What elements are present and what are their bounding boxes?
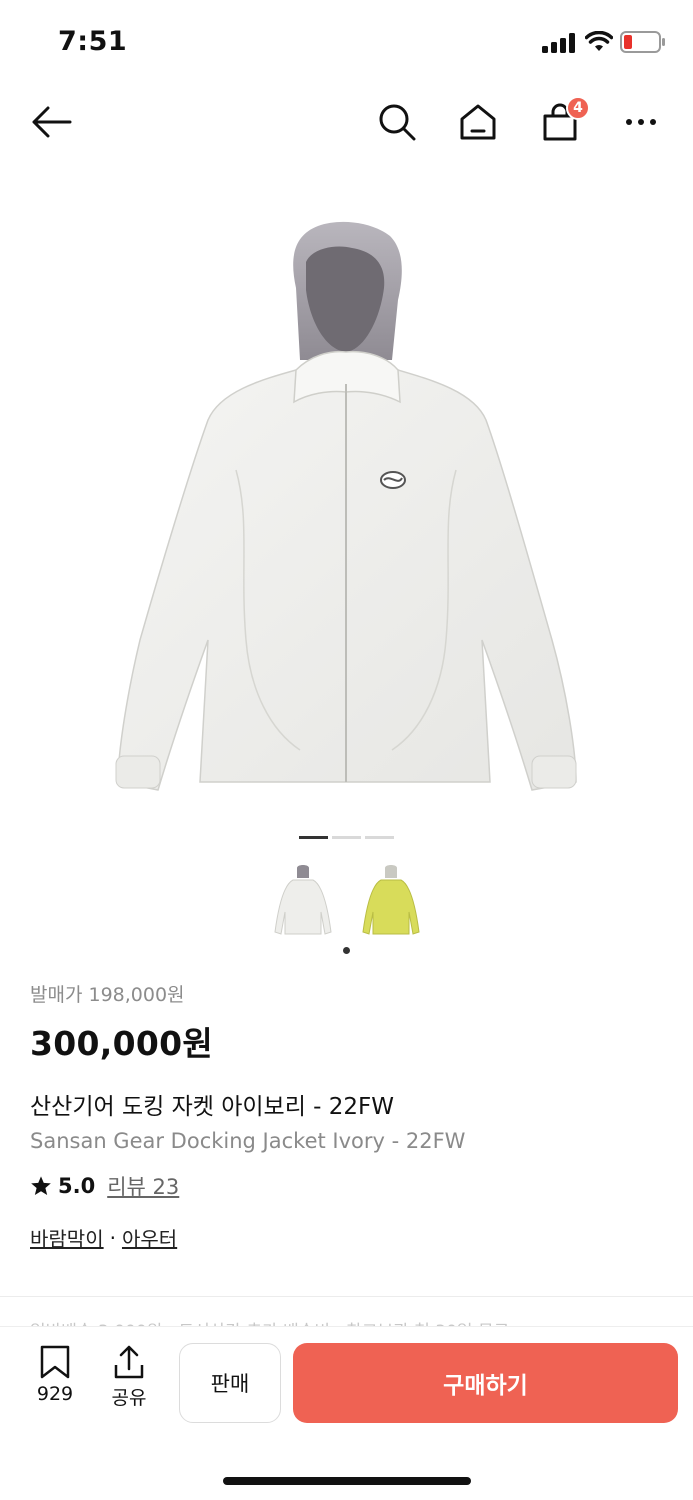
bottom-action-bar: 929 공유 판매 구매하기 bbox=[0, 1326, 693, 1500]
rating-score: 5.0 bbox=[58, 1174, 96, 1198]
current-price: 300,000원 bbox=[30, 1024, 214, 1063]
cart-button[interactable]: 4 bbox=[536, 96, 590, 146]
home-icon bbox=[460, 104, 496, 140]
category-link-outer[interactable]: 아우터 bbox=[122, 1223, 177, 1252]
color-thumbnails bbox=[0, 862, 693, 942]
bookmark-icon bbox=[40, 1345, 70, 1379]
rating-row: 5.0 리뷰 23 bbox=[30, 1171, 670, 1201]
pager-dot-3 bbox=[365, 836, 394, 839]
jacket-image bbox=[115, 221, 577, 791]
share-label: 공유 bbox=[111, 1387, 147, 1409]
section-divider bbox=[0, 1296, 693, 1297]
star-icon bbox=[31, 1176, 51, 1195]
selected-thumbnail-indicator bbox=[343, 947, 350, 954]
share-icon bbox=[114, 1345, 144, 1379]
home-button[interactable] bbox=[454, 98, 502, 146]
save-button[interactable]: 929 bbox=[25, 1345, 85, 1405]
back-button[interactable] bbox=[27, 98, 75, 146]
buy-button[interactable]: 구매하기 bbox=[293, 1343, 678, 1423]
product-title-korean: 산산기어 도킹 자켓 아이보리 - 22FW bbox=[30, 1094, 395, 1120]
category-link-windbreaker[interactable]: 바람막이 bbox=[30, 1223, 104, 1252]
saved-count: 929 bbox=[36, 1383, 74, 1405]
home-indicator bbox=[223, 1477, 471, 1485]
product-image[interactable] bbox=[0, 170, 693, 820]
wifi-icon bbox=[585, 31, 613, 51]
status-bar: 7:51 bbox=[0, 0, 693, 84]
reviews-link[interactable]: 리뷰 23 bbox=[107, 1171, 179, 1201]
cart-count-badge: 4 bbox=[566, 96, 590, 120]
top-nav: 4 bbox=[0, 90, 693, 154]
sell-button[interactable]: 판매 bbox=[179, 1343, 281, 1423]
pager-dot-2 bbox=[332, 836, 361, 839]
share-button[interactable]: 공유 bbox=[99, 1345, 159, 1410]
product-info: 발매가 198,000원 300,000원 산산기어 도킹 자켓 아이보리 - … bbox=[30, 980, 670, 1252]
jacket-ivory-thumbnail bbox=[273, 865, 332, 935]
signal-icon bbox=[542, 33, 575, 53]
battery-icon bbox=[620, 31, 665, 53]
thumbnail-yellow[interactable] bbox=[359, 862, 423, 942]
jacket-yellow-thumbnail bbox=[361, 865, 420, 935]
release-price: 발매가 198,000원 bbox=[30, 984, 185, 1006]
status-time: 7:51 bbox=[58, 26, 128, 57]
pager-dot-1 bbox=[299, 836, 328, 839]
more-button[interactable] bbox=[617, 98, 665, 146]
arrow-left-icon bbox=[32, 106, 72, 138]
product-title-english: Sansan Gear Docking Jacket Ivory - 22FW bbox=[30, 1129, 466, 1153]
search-icon bbox=[379, 104, 416, 141]
search-button[interactable] bbox=[373, 98, 421, 146]
image-pager bbox=[0, 836, 693, 839]
category-separator: · bbox=[109, 1225, 116, 1250]
category-links: 바람막이 · 아우터 bbox=[30, 1223, 670, 1252]
more-horizontal-icon bbox=[626, 119, 656, 125]
thumbnail-ivory[interactable] bbox=[271, 862, 335, 942]
